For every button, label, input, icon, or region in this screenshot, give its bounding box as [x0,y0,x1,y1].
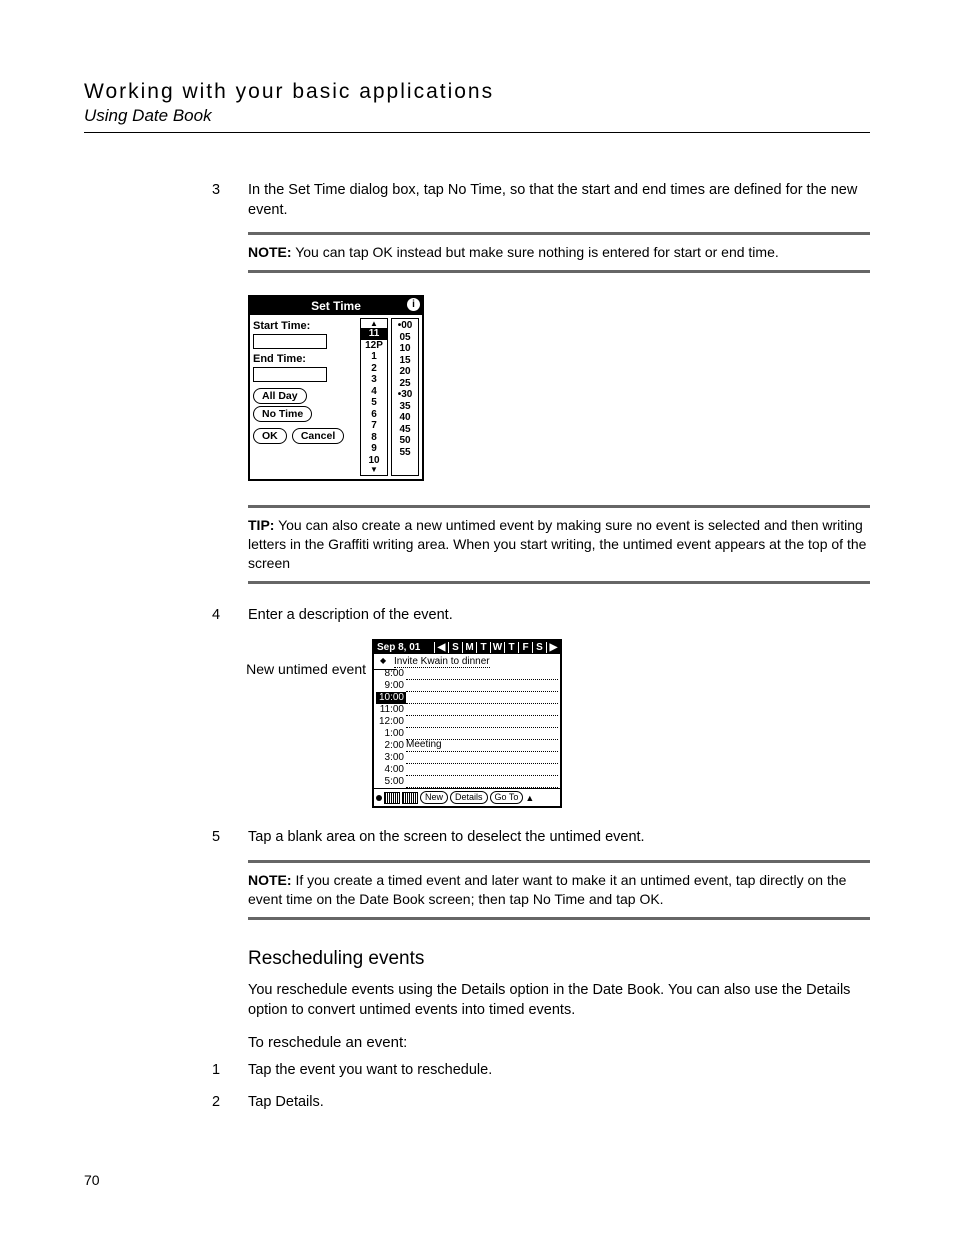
time-label[interactable]: 3:00 [376,752,406,764]
time-label[interactable]: 1:00 [376,728,406,740]
note-label-2: NOTE: [248,872,292,888]
nav-day[interactable]: T [476,642,490,653]
dialog-title-text: Set Time [311,299,361,313]
day-view-date[interactable]: Sep 8, 01 [374,641,423,654]
day-row[interactable]: 4:00 [376,764,558,776]
day-row[interactable]: 9:00 [376,680,558,692]
untimed-event-row[interactable]: Invite Kwain to dinner [376,656,558,668]
step-number: 1 [212,1061,248,1081]
end-time-field[interactable] [253,367,327,382]
step-row: 4Enter a description of the event. [212,606,870,626]
end-time-label: End Time: [253,353,357,365]
time-label[interactable]: 5:00 [376,776,406,788]
nav-day[interactable]: T [504,642,518,653]
step-number: 2 [212,1093,248,1113]
details-button[interactable]: Details [450,791,488,804]
rescheduling-paragraph: You reschedule events using the Details … [248,980,870,1021]
page-number: 70 [84,1172,870,1188]
info-icon[interactable]: i [407,298,420,311]
step-row: 3In the Set Time dialog box, tap No Time… [212,181,870,220]
rescheduling-heading: Rescheduling events [248,948,870,970]
day-row[interactable]: 2:00Meeting [376,740,558,752]
step-row: 1Tap the event you want to reschedule. [212,1061,870,1081]
untimed-event-text: Invite Kwain to dinner [394,656,490,668]
cancel-button[interactable]: Cancel [292,428,344,444]
note-callout: NOTE: You can tap OK instead but make su… [248,232,870,273]
view-dot-icon[interactable] [376,795,382,801]
nav-right-icon[interactable]: ▶ [546,642,560,653]
step-row: 2Tap Details. [212,1093,870,1113]
step-row: 5Tap a blank area on the screen to desel… [212,828,870,848]
ok-button[interactable]: OK [253,428,287,444]
note-text-2: If you create a timed event and later wa… [248,872,846,907]
no-time-button[interactable]: No Time [253,406,312,422]
minutes-picker[interactable]: •000510152025•303540455055 [391,318,419,476]
set-time-title: Set Time i [250,297,422,315]
day-view-screen: Sep 8, 01 ◀SMTWTFS▶ Invite Kwain to dinn… [372,639,562,808]
time-label[interactable]: 4:00 [376,764,406,776]
view-week-icon[interactable] [384,792,400,804]
view-month-icon[interactable] [402,792,418,804]
step-text: Enter a description of the event. [248,606,870,626]
day-row[interactable]: 8:00 [376,668,558,680]
step-text: Tap the event you want to reschedule. [248,1061,870,1081]
tip-callout: TIP: You can also create a new untimed e… [248,505,870,584]
set-time-dialog: Set Time i Start Time: End Time: All Day… [248,295,424,481]
goto-button[interactable]: Go To [490,791,524,804]
step-number: 4 [212,606,248,626]
step-text: In the Set Time dialog box, tap No Time,… [248,181,870,220]
nav-day[interactable]: W [490,642,504,653]
day-row[interactable]: 10:00 [376,692,558,704]
note-label: NOTE: [248,244,292,260]
scroll-up-icon[interactable]: ▲ [525,793,534,803]
start-time-field[interactable] [253,334,327,349]
day-row[interactable]: 3:00 [376,752,558,764]
event-text[interactable]: Meeting [406,739,442,752]
page-header: Working with your basic applications Usi… [84,80,870,133]
all-day-button[interactable]: All Day [253,388,307,404]
hours-picker[interactable]: ▲1112P12345678910▼ [360,318,388,476]
nav-left-icon[interactable]: ◀ [434,642,448,653]
time-label[interactable]: 9:00 [376,680,406,692]
nav-day[interactable]: S [448,642,462,653]
tip-text: You can also create a new untimed event … [248,517,866,571]
day-row[interactable]: 11:00 [376,704,558,716]
day-row[interactable]: 5:00 [376,776,558,788]
nav-day[interactable]: F [518,642,532,653]
day-row[interactable]: 12:00 [376,716,558,728]
step-text: Tap Details. [248,1093,870,1113]
nav-day[interactable]: S [532,642,546,653]
figure-caption: New untimed event [212,639,372,677]
step-number: 3 [212,181,248,220]
step-number: 5 [212,828,248,848]
tip-label: TIP: [248,517,274,533]
start-time-label: Start Time: [253,320,357,332]
new-button[interactable]: New [420,791,448,804]
time-label[interactable]: 2:00 [376,740,406,752]
chapter-title: Working with your basic applications [84,80,870,104]
time-label[interactable]: 12:00 [376,716,406,728]
time-label[interactable]: 11:00 [376,704,406,716]
time-label[interactable]: 10:00 [376,692,406,704]
day-row[interactable]: 1:00 [376,728,558,740]
section-title: Using Date Book [84,106,870,126]
rescheduling-procedure-title: To reschedule an event: [248,1034,870,1051]
note-callout-2: NOTE: If you create a timed event and la… [248,860,870,920]
nav-day[interactable]: M [462,642,476,653]
step-text: Tap a blank area on the screen to desele… [248,828,870,848]
note-text: You can tap OK instead but make sure not… [295,244,779,260]
